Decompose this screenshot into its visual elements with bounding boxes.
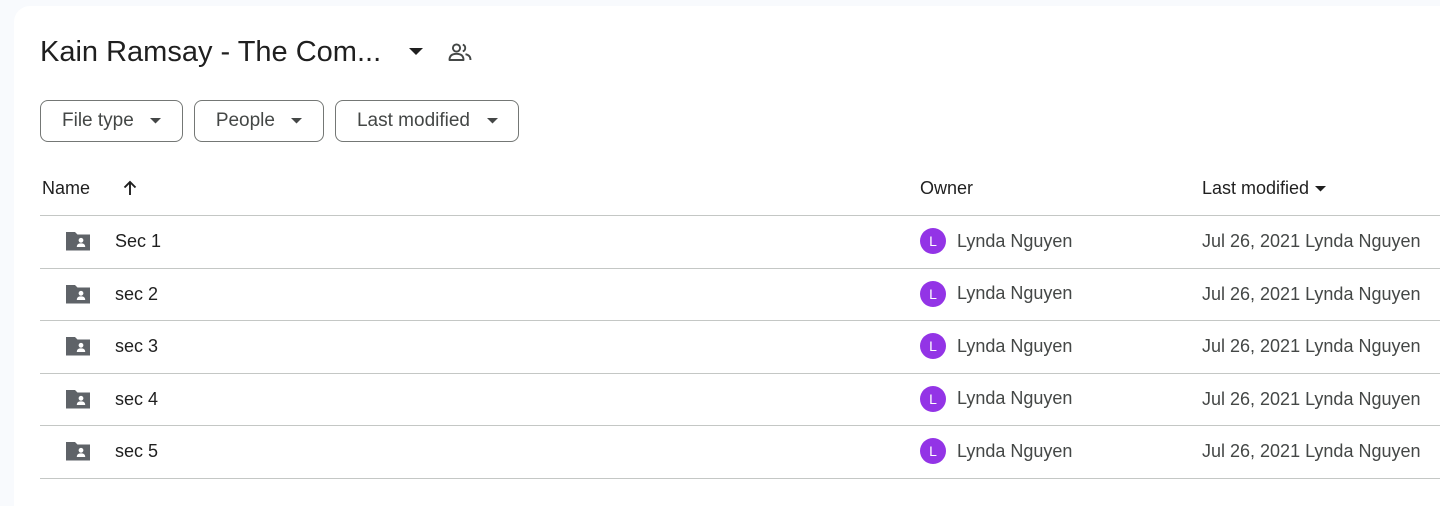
file-name: sec 5 <box>115 441 159 461</box>
caret-down-icon[interactable] <box>401 37 431 67</box>
file-list: Sec 1 L Lynda Nguyen Jul 26, 2021 Lynda … <box>40 216 1440 479</box>
table-header: Name Owner Last modified <box>40 164 1440 216</box>
caret-down-icon <box>150 115 162 127</box>
avatar: L <box>920 385 946 412</box>
arrow-up-icon[interactable] <box>120 178 140 198</box>
last-modified-cell: Jul 26, 2021 Lynda Nguyen <box>1202 336 1421 356</box>
file-name: sec 3 <box>115 336 159 356</box>
avatar: L <box>920 438 946 464</box>
last-modified-cell: Jul 26, 2021 Lynda Nguyen <box>1202 283 1421 304</box>
owner-cell: L Lynda Nguyen <box>920 333 1072 359</box>
filter-label: People <box>215 110 275 131</box>
table-row[interactable]: sec 5 L Lynda Nguyen Jul 26, 2021 Lynda … <box>40 426 1440 479</box>
last-modified-cell: Jul 26, 2021 Lynda Nguyen <box>1202 231 1421 251</box>
last-modified-cell: Jul 26, 2021 Lynda Nguyen <box>1202 388 1421 409</box>
last-modified-label: Last modified <box>1202 178 1310 198</box>
owner-cell: L Lynda Nguyen <box>920 228 1072 254</box>
file-name: sec 2 <box>115 283 159 304</box>
table-row[interactable]: sec 3 L Lynda Nguyen Jul 26, 2021 Lynda … <box>40 321 1440 374</box>
filter-label: File type <box>62 110 134 131</box>
file-type-filter[interactable]: File type <box>40 100 183 142</box>
shared-folder-icon <box>64 439 92 463</box>
people-filter[interactable]: People <box>193 100 324 142</box>
avatar: L <box>920 228 946 254</box>
file-name: sec 4 <box>115 388 159 409</box>
shared-folder-icon <box>64 387 92 411</box>
filter-label: Last modified <box>356 110 470 131</box>
last-modified-column-header[interactable]: Last modified <box>1202 178 1327 199</box>
caret-down-icon <box>1315 183 1327 195</box>
caret-down-icon <box>486 115 498 127</box>
shared-folder-icon <box>64 229 92 253</box>
owner-cell: L Lynda Nguyen <box>920 438 1072 464</box>
folder-title[interactable]: Kain Ramsay - The Com... <box>40 36 381 69</box>
filter-bar: File type People Last modified <box>40 100 519 142</box>
folder-header: Kain Ramsay - The Com... <box>40 30 475 74</box>
table-row[interactable]: Sec 1 L Lynda Nguyen Jul 26, 2021 Lynda … <box>40 216 1440 269</box>
owner-cell: L Lynda Nguyen <box>920 385 1073 412</box>
avatar: L <box>920 280 946 307</box>
last-modified-filter[interactable]: Last modified <box>334 100 519 142</box>
owner-column-header: Owner <box>920 178 974 198</box>
owner-name: Lynda Nguyen <box>957 388 1073 408</box>
owner-name: Lynda Nguyen <box>957 230 1073 251</box>
owner-name: Lynda Nguyen <box>957 440 1073 461</box>
owner-name: Lynda Nguyen <box>957 335 1073 356</box>
owner-cell: L Lynda Nguyen <box>920 280 1073 307</box>
last-modified-cell: Jul 26, 2021 Lynda Nguyen <box>1202 441 1421 461</box>
table-row[interactable]: sec 4 L Lynda Nguyen Jul 26, 2021 Lynda … <box>40 374 1440 426</box>
owner-name: Lynda Nguyen <box>957 283 1073 303</box>
caret-down-icon <box>291 115 303 127</box>
avatar: L <box>920 333 946 359</box>
file-name: Sec 1 <box>115 231 162 251</box>
shared-folder-icon <box>64 282 92 306</box>
name-column-header[interactable]: Name <box>42 178 90 199</box>
table-row[interactable]: sec 2 L Lynda Nguyen Jul 26, 2021 Lynda … <box>40 269 1440 321</box>
people-icon[interactable] <box>445 37 475 67</box>
shared-folder-icon <box>64 334 92 358</box>
